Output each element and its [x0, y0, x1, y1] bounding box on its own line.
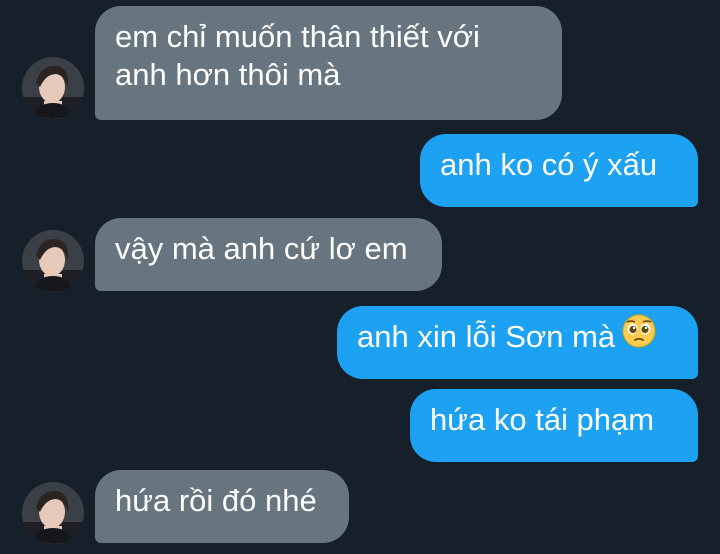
message-text: hứa rồi đó nhé — [115, 483, 317, 518]
message-text: vậy mà anh cứ lơ em — [115, 231, 408, 266]
message-text: hứa ko tái phạm — [430, 402, 655, 437]
message-bubble-sent[interactable]: anh xin lỗi Sơn mà — [337, 306, 698, 379]
message-bubble-received[interactable]: hứa rồi đó nhé — [95, 470, 349, 543]
message-bubble-sent[interactable]: hứa ko tái phạm — [410, 389, 698, 462]
pleading-face-icon — [621, 313, 657, 358]
avatar-portrait-icon — [22, 57, 84, 119]
message-text: anh xin lỗi Sơn mà — [357, 319, 616, 354]
contact-avatar[interactable] — [22, 57, 84, 119]
avatar-portrait-icon — [22, 482, 84, 544]
message-bubble-received[interactable]: vậy mà anh cứ lơ em — [95, 218, 442, 291]
message-text-line: em chỉ muốn thân thiết với — [115, 19, 480, 54]
avatar-portrait-icon — [22, 230, 84, 292]
message-text: anh ko có ý xấu — [440, 147, 658, 182]
message-bubble-received[interactable]: em chỉ muốn thân thiết với anh hơn thôi … — [95, 6, 562, 120]
message-bubble-sent[interactable]: anh ko có ý xấu — [420, 134, 698, 207]
contact-avatar[interactable] — [22, 482, 84, 544]
chat-thread: em chỉ muốn thân thiết với anh hơn thôi … — [0, 0, 720, 554]
contact-avatar[interactable] — [22, 230, 84, 292]
message-text-line: anh hơn thôi mà — [115, 57, 341, 92]
